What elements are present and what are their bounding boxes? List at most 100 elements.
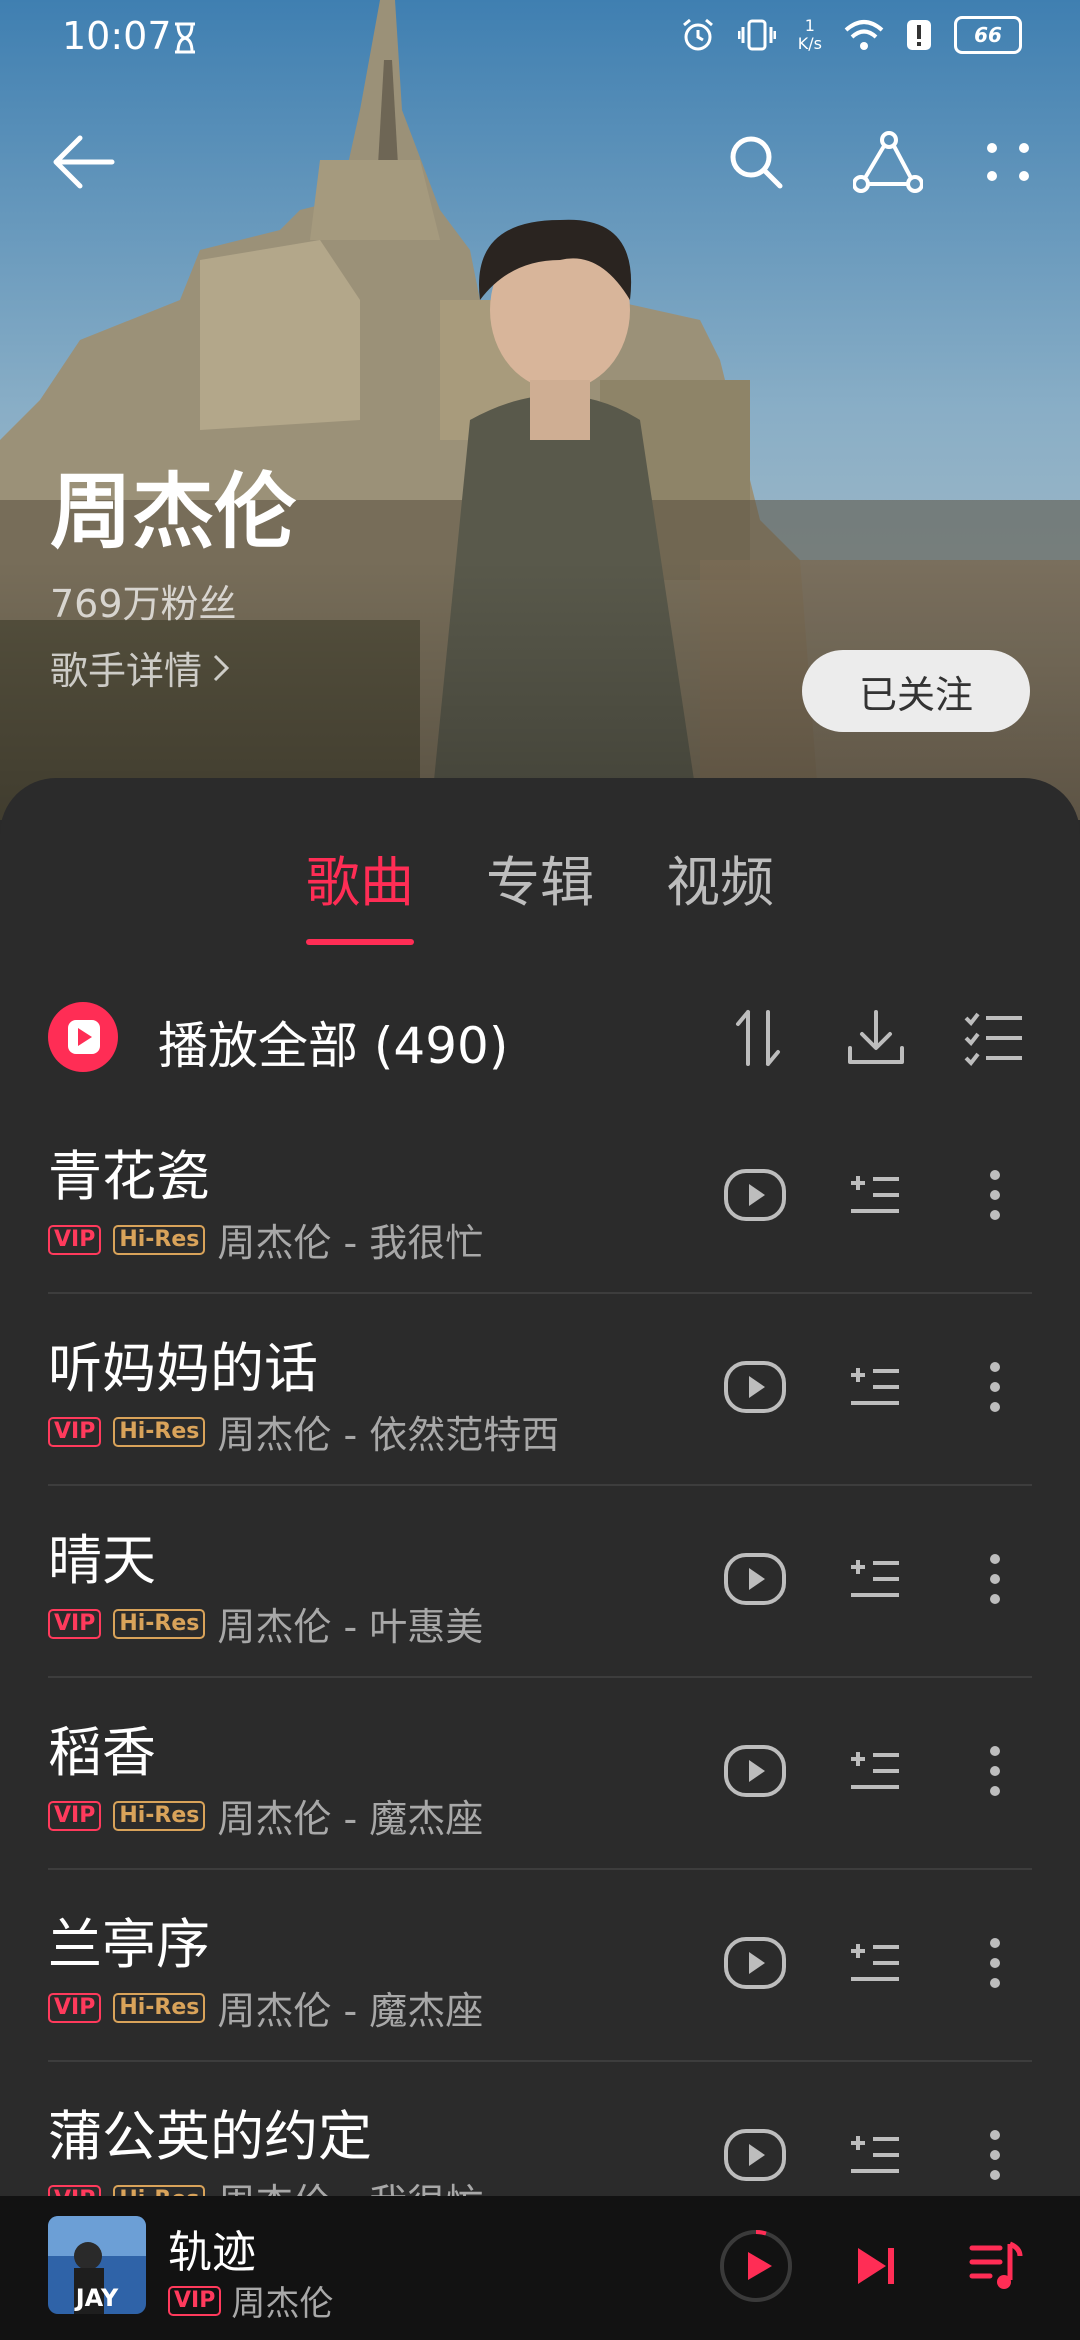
mv-button[interactable] (720, 1544, 790, 1614)
play-all-icon[interactable] (46, 1000, 120, 1074)
hires-badge: Hi-Res (113, 1416, 206, 1447)
add-to-queue-icon (851, 1560, 899, 1597)
share-button[interactable] (848, 122, 928, 202)
sort-icon[interactable] (726, 1006, 790, 1070)
song-more-button[interactable] (960, 1928, 1030, 1998)
vip-badge: VIP (48, 1224, 102, 1255)
play-all-row: 播放全部 (490) (0, 976, 1080, 1102)
hourglass-icon (175, 22, 195, 54)
follow-button[interactable]: 已关注 (802, 650, 1030, 732)
song-more-button[interactable] (960, 1544, 1030, 1614)
vip-badge: VIP (48, 1992, 102, 2023)
more-vertical-icon (990, 1746, 1000, 1796)
playlist-icon (969, 2241, 1023, 2289)
content-panel: 歌曲 专辑 视频 播放全部 (490) 青花瓷 VIP Hi-Res 周杰伦 -… (0, 778, 1080, 2225)
song-row[interactable]: 稻香 VIP Hi-Res 周杰伦 - 魔杰座 (0, 1678, 1080, 1870)
more-dots-icon (987, 143, 1029, 181)
arrow-left-icon (53, 135, 115, 189)
song-artist-album: 周杰伦 - 叶惠美 (217, 1605, 484, 1649)
artist-detail-link[interactable]: 歌手详情 (50, 640, 230, 695)
add-to-playlist-button[interactable] (840, 1736, 910, 1806)
song-more-button[interactable] (960, 1352, 1030, 1422)
video-play-icon (724, 1169, 786, 1221)
album-cover[interactable]: JAY (48, 2216, 146, 2314)
more-vertical-icon (990, 1362, 1000, 1412)
playlist-button[interactable] (956, 2226, 1036, 2306)
add-to-queue-icon (851, 2136, 899, 2173)
song-row[interactable]: 青花瓷 VIP Hi-Res 周杰伦 - 我很忙 (0, 1102, 1080, 1294)
video-play-icon (724, 1361, 786, 1413)
download-icon[interactable] (844, 1006, 908, 1070)
album-art: JAY (48, 2216, 146, 2314)
hires-badge: Hi-Res (113, 1800, 206, 1831)
hires-badge: Hi-Res (113, 1608, 206, 1639)
video-play-icon (724, 1937, 786, 1989)
now-playing-artist: 周杰伦 (231, 2284, 334, 2324)
video-play-icon (724, 2129, 786, 2181)
vip-badge: VIP (168, 2285, 222, 2316)
play-all-label[interactable]: 播放全部 (490) (158, 1006, 508, 1078)
next-button[interactable] (836, 2226, 916, 2306)
search-button[interactable] (716, 122, 796, 202)
tab-albums[interactable]: 专辑 (486, 838, 594, 917)
vip-badge: VIP (48, 1416, 102, 1447)
fans-count: 769万粉丝 (50, 582, 237, 626)
status-time: 10:07 (62, 14, 172, 58)
song-title: 听妈妈的话 (48, 1337, 318, 1400)
add-to-queue-icon (851, 1176, 899, 1213)
more-vertical-icon (990, 1554, 1000, 1604)
song-artist-album: 周杰伦 - 依然范特西 (217, 1413, 560, 1457)
song-title: 稻香 (48, 1721, 156, 1784)
now-playing-title: 轨迹 (168, 2227, 256, 2278)
song-title: 青花瓷 (48, 1145, 210, 1208)
add-to-playlist-button[interactable] (840, 2120, 910, 2190)
play-pause-button[interactable] (716, 2226, 796, 2306)
song-row[interactable]: 兰亭序 VIP Hi-Res 周杰伦 - 魔杰座 (0, 1870, 1080, 2062)
hires-badge: Hi-Res (113, 1224, 206, 1255)
chevron-right-icon (213, 654, 230, 681)
song-artist-album: 周杰伦 - 我很忙 (217, 1221, 484, 1265)
more-button[interactable] (968, 122, 1048, 202)
mini-player[interactable]: JAY 轨迹 VIP 周杰伦 (0, 2196, 1080, 2340)
more-vertical-icon (990, 1170, 1000, 1220)
tab-songs[interactable]: 歌曲 (306, 838, 414, 945)
vip-badge: VIP (48, 1608, 102, 1639)
alert-icon (907, 20, 931, 50)
tab-bar: 歌曲 专辑 视频 (0, 838, 1080, 945)
song-row[interactable]: 晴天 VIP Hi-Res 周杰伦 - 叶惠美 (0, 1486, 1080, 1678)
mv-button[interactable] (720, 1928, 790, 1998)
svg-text:JAY: JAY (74, 2284, 119, 2312)
add-to-queue-icon (851, 1944, 899, 1981)
status-bar: 10:07 1 K/s 66 (0, 0, 1080, 76)
song-more-button[interactable] (960, 2120, 1030, 2190)
add-to-playlist-button[interactable] (840, 1544, 910, 1614)
wifi-icon (844, 20, 884, 50)
add-to-playlist-button[interactable] (840, 1928, 910, 1998)
mv-button[interactable] (720, 1736, 790, 1806)
mv-button[interactable] (720, 1352, 790, 1422)
song-title: 蒲公英的约定 (48, 2105, 372, 2168)
search-icon (730, 136, 783, 189)
skip-next-icon (858, 2248, 894, 2284)
artist-name: 周杰伦 (50, 465, 297, 560)
mv-button[interactable] (720, 2120, 790, 2190)
share-icon (853, 131, 923, 193)
multi-select-icon[interactable] (962, 1006, 1026, 1070)
back-button[interactable] (44, 122, 124, 202)
vibrate-icon (737, 19, 776, 51)
song-artist-album: 周杰伦 - 魔杰座 (217, 1797, 484, 1841)
add-to-playlist-button[interactable] (840, 1352, 910, 1422)
video-play-icon (724, 1553, 786, 1605)
video-play-icon (724, 1745, 786, 1797)
song-row[interactable]: 听妈妈的话 VIP Hi-Res 周杰伦 - 依然范特西 (0, 1294, 1080, 1486)
play-icon (720, 2229, 792, 2302)
alarm-icon (682, 18, 713, 51)
tab-videos[interactable]: 视频 (666, 838, 774, 917)
add-to-playlist-button[interactable] (840, 1160, 910, 1230)
mv-button[interactable] (720, 1160, 790, 1230)
song-artist-album: 周杰伦 - 魔杰座 (217, 1989, 484, 2033)
song-more-button[interactable] (960, 1736, 1030, 1806)
song-title: 兰亭序 (48, 1913, 210, 1976)
song-more-button[interactable] (960, 1160, 1030, 1230)
net-speed: 1 K/s (797, 16, 822, 53)
